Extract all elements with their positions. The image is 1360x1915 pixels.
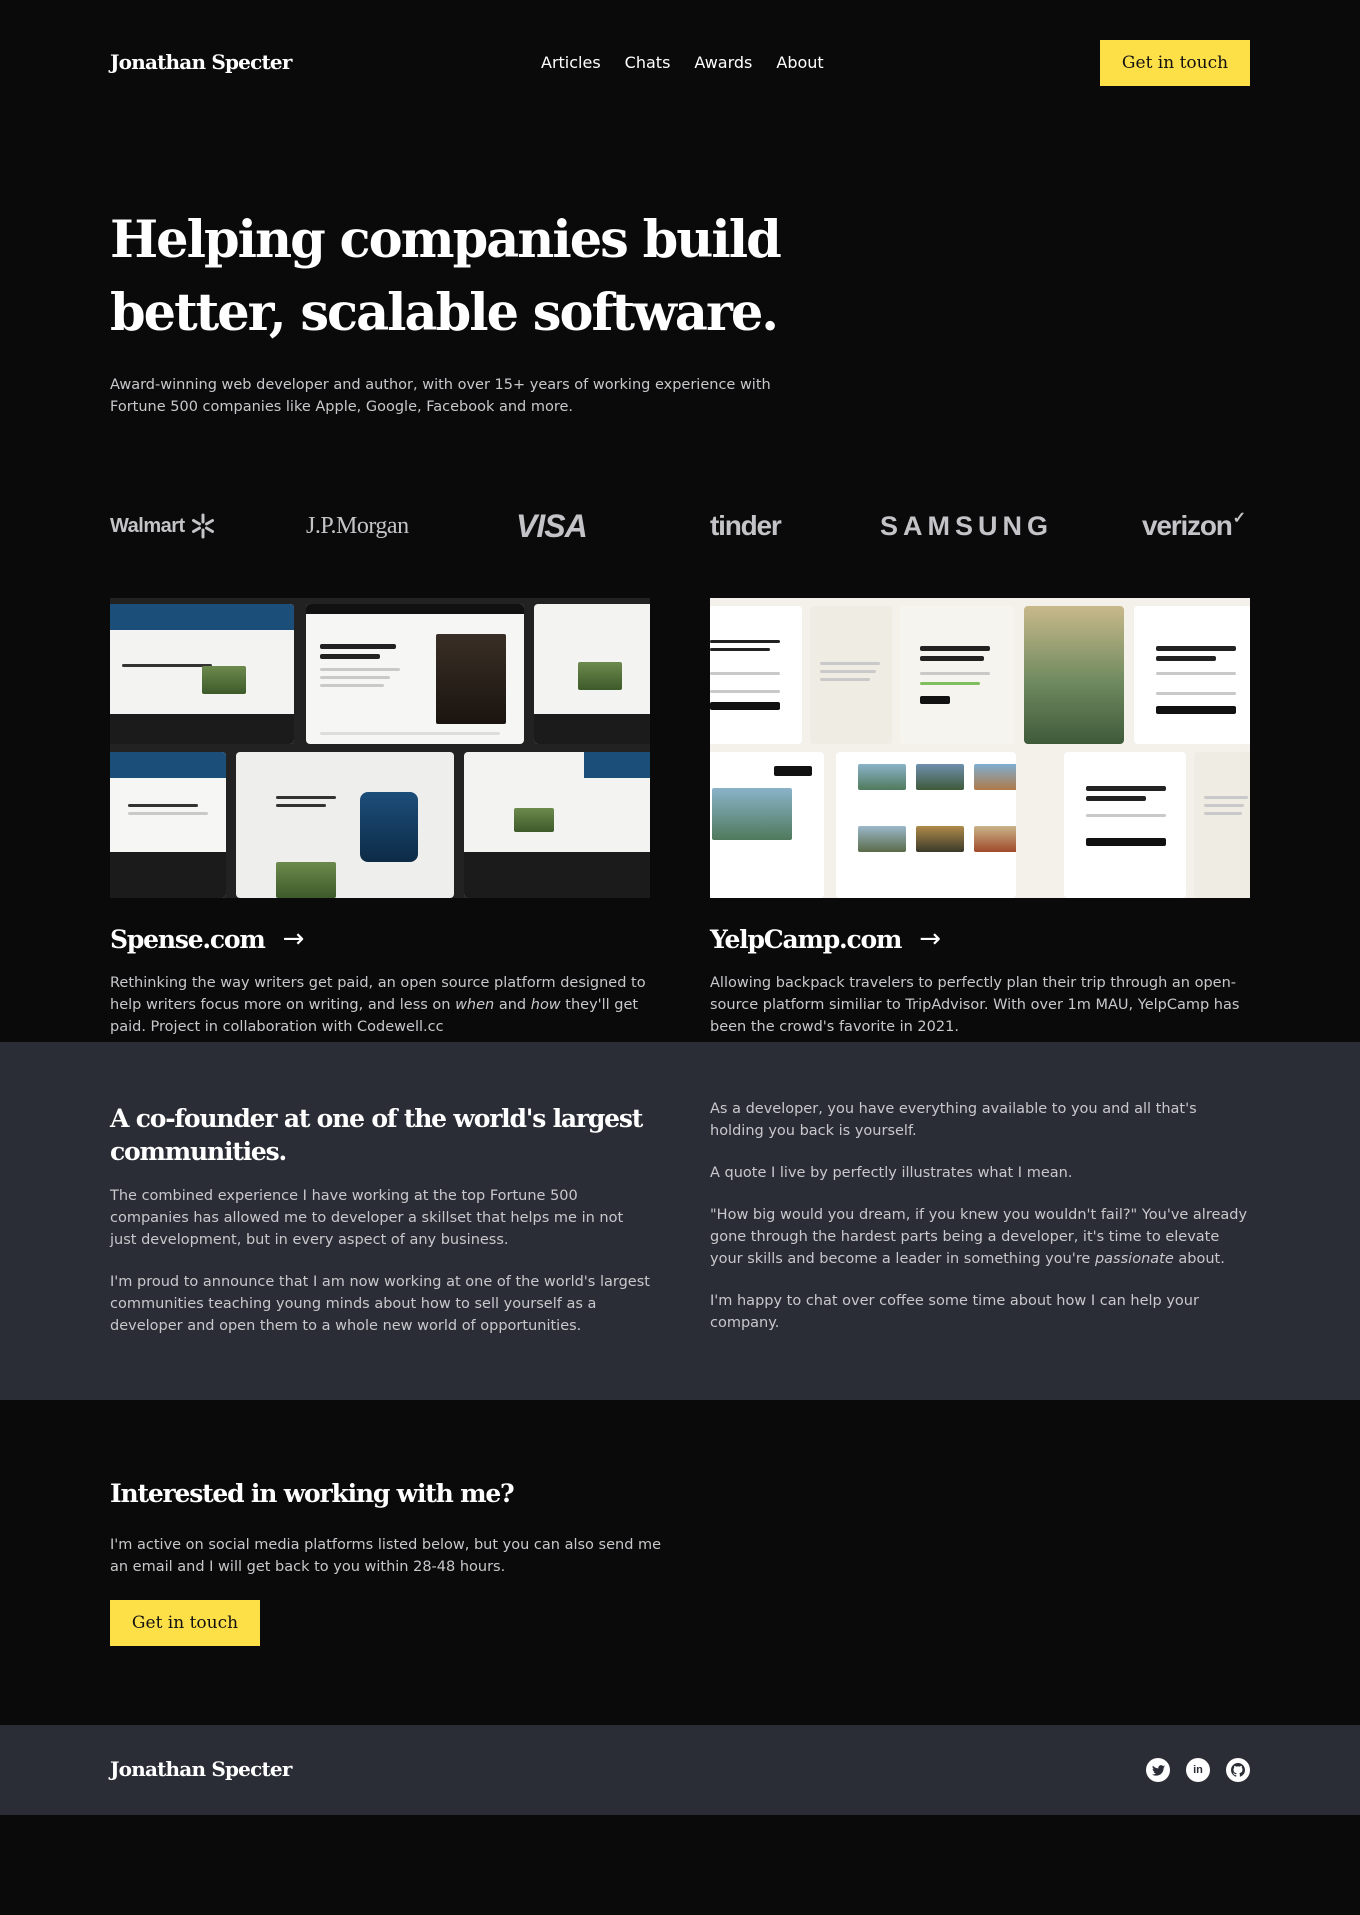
contact-section: Interested in working with me? I'm activ… — [0, 1400, 1360, 1725]
project-card-yelpcamp: YelpCamp.com → Allowing backpack travele… — [710, 598, 1250, 1038]
thumb-tile — [900, 606, 1014, 744]
quote-text: about. — [1173, 1251, 1225, 1267]
project-card-spense: Spense.com → Rethinking the way writers … — [110, 598, 650, 1038]
linkedin-icon[interactable]: in — [1186, 1758, 1210, 1782]
walmart-spark-icon — [191, 513, 214, 539]
walmart-logo: Walmart — [110, 498, 216, 554]
walmart-logo-text: Walmart — [110, 514, 185, 537]
contact-title: Interested in working with me? — [110, 1479, 515, 1508]
jpmorgan-logo: J.P.Morgan — [306, 512, 409, 539]
get-in-touch-button[interactable]: Get in touch — [1100, 40, 1250, 86]
tinder-logo: tinder — [710, 510, 782, 541]
thumb-tile — [1194, 752, 1250, 898]
get-in-touch-button[interactable]: Get in touch — [110, 1600, 260, 1646]
arrow-right-icon: → — [282, 924, 305, 954]
thumb-tile — [810, 606, 892, 744]
thumb-tile — [836, 752, 1016, 898]
spense-desc-em-when: when — [455, 997, 495, 1013]
client-logos: Walmart J.P.Morgan VISA tinder SAMSUNG v… — [0, 498, 1360, 554]
verizon-logo: verizon ✓ — [1142, 498, 1246, 554]
about-paragraph: I'm happy to chat over coffee some time … — [710, 1293, 1199, 1331]
about-right-column: As a developer, you have everything avai… — [710, 1098, 1250, 1354]
thumb-tile — [306, 604, 524, 744]
contact-text: I'm active on social media platforms lis… — [110, 1537, 662, 1575]
spense-desc-text: and — [494, 997, 531, 1013]
thumb-tile — [710, 606, 802, 744]
spense-thumbnail[interactable] — [110, 598, 650, 898]
about-left-column: A co-founder at one of the world's large… — [110, 1102, 650, 1337]
spense-title: Spense.com — [110, 924, 266, 954]
social-links: in — [1146, 1758, 1250, 1782]
about-paragraph: A quote I live by perfectly illustrates … — [710, 1165, 1073, 1181]
about-section: A co-founder at one of the world's large… — [0, 1042, 1360, 1400]
thumb-tile — [464, 752, 650, 898]
hero-section: Helping companies build better, scalable… — [0, 124, 1360, 418]
main-menu: Articles Chats Awards About — [541, 0, 824, 124]
thumb-tile — [1024, 606, 1124, 744]
verizon-logo-text: verizon — [1142, 510, 1233, 541]
about-title: A co-founder at one of the world's large… — [110, 1104, 643, 1166]
footer: Jonathan Specter in — [0, 1725, 1360, 1815]
hero-title: Helping companies build better, scalable… — [110, 210, 782, 343]
yelpcamp-title-link[interactable]: YelpCamp.com → — [710, 924, 1250, 954]
spense-heading-line — [320, 644, 396, 649]
projects-section: Spense.com → Rethinking the way writers … — [0, 598, 1360, 1042]
spense-title-link[interactable]: Spense.com → — [110, 924, 650, 954]
thumb-tile — [1134, 606, 1250, 744]
nav-link-awards[interactable]: Awards — [694, 53, 752, 72]
hero-subtitle: Award-winning web developer and author, … — [110, 377, 771, 415]
verizon-check-icon: ✓ — [1232, 510, 1246, 527]
nav-link-about[interactable]: About — [776, 53, 823, 72]
yelpcamp-thumbnail[interactable] — [710, 598, 1250, 898]
thumb-tile — [534, 604, 650, 744]
yelpcamp-description: Allowing backpack travelers to perfectly… — [710, 975, 1240, 1035]
thumb-tile — [110, 752, 226, 898]
spense-desc-em-how: how — [530, 997, 561, 1013]
thumb-tile — [1064, 752, 1186, 898]
twitter-icon[interactable] — [1146, 1758, 1170, 1782]
spense-description: Rethinking the way writers get paid, an … — [110, 972, 650, 1038]
about-quote-paragraph: "How big would you dream, if you knew yo… — [710, 1204, 1250, 1270]
samsung-logo: SAMSUNG — [880, 510, 1054, 541]
nav-link-articles[interactable]: Articles — [541, 53, 601, 72]
thumb-tile — [710, 752, 824, 898]
visa-logo: VISA — [516, 507, 588, 544]
about-paragraph: I'm proud to announce that I am now work… — [110, 1274, 650, 1334]
top-nav: Jonathan Specter Articles Chats Awards A… — [0, 0, 1360, 124]
nav-link-chats[interactable]: Chats — [625, 53, 671, 72]
about-paragraph: The combined experience I have working a… — [110, 1188, 624, 1248]
quote-em-passionate: passionate — [1094, 1251, 1174, 1267]
arrow-right-icon: → — [919, 924, 942, 954]
yelpcamp-title: YelpCamp.com — [710, 924, 902, 954]
about-paragraph: As a developer, you have everything avai… — [710, 1101, 1197, 1139]
brand-logo[interactable]: Jonathan Specter — [110, 50, 292, 74]
footer-brand[interactable]: Jonathan Specter — [110, 1757, 292, 1781]
github-icon[interactable] — [1226, 1758, 1250, 1782]
thumb-tile — [236, 752, 454, 898]
thumb-tile — [110, 604, 294, 744]
